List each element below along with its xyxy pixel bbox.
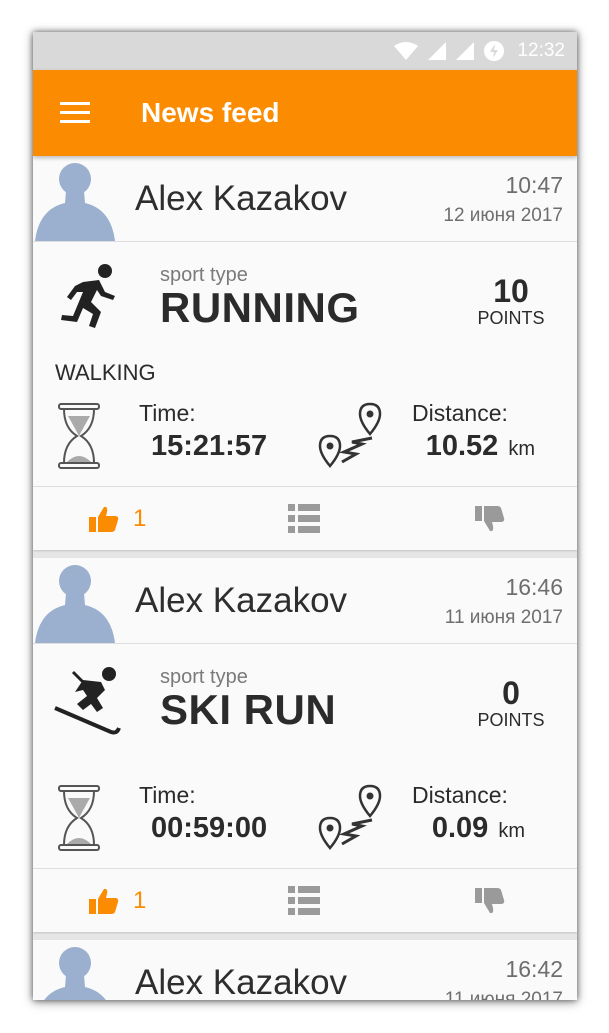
post-meta: 10:47 12 июня 2017 — [443, 172, 563, 227]
thumbs-down-icon — [475, 506, 505, 532]
battery-saver-icon — [484, 41, 505, 61]
thumbs-up-icon — [89, 888, 119, 914]
user-name[interactable]: Alex Kazakov — [135, 179, 347, 219]
points-value: 0 — [502, 675, 520, 711]
app-bar: News feed — [33, 70, 577, 156]
status-bar: 12:32 — [33, 32, 577, 70]
skiing-icon — [54, 667, 121, 735]
time-label: Time: — [139, 782, 196, 808]
dislike-button[interactable] — [475, 887, 505, 920]
points-label: POINTS — [477, 710, 545, 730]
card-header: Alex Kazakov 10:47 12 июня 2017 — [33, 156, 577, 242]
feed-card[interactable]: Alex Kazakov 16:46 11 июня 2017 sport ty… — [33, 558, 577, 932]
wifi-icon — [394, 42, 419, 60]
like-button[interactable]: 1 — [89, 887, 146, 915]
post-date: 12 июня 2017 — [443, 205, 563, 226]
like-count: 1 — [133, 887, 147, 914]
like-button[interactable]: 1 — [89, 505, 146, 533]
cell-signal-icon — [456, 42, 475, 60]
card-actions: 1 — [33, 486, 577, 550]
hamburger-menu-icon — [60, 102, 90, 123]
details-button[interactable] — [288, 886, 320, 921]
post-time: 16:46 — [505, 574, 563, 600]
distance-label: Distance: — [412, 400, 508, 426]
card-header: Alex Kazakov 16:42 11 июня 2017 — [33, 940, 577, 1000]
post-time: 16:42 — [505, 956, 563, 982]
distance-number: 0.09 — [431, 812, 489, 844]
time-label: Time: — [139, 400, 196, 426]
cell-signal-icon — [428, 42, 447, 60]
like-count: 1 — [133, 505, 147, 532]
distance-number: 10.52 — [425, 430, 499, 462]
avatar[interactable] — [35, 157, 115, 241]
post-meta: 16:46 11 июня 2017 — [445, 574, 563, 629]
dislike-button[interactable] — [475, 505, 505, 538]
feed-card[interactable]: Alex Kazakov 10:47 12 июня 2017 sport ty… — [33, 156, 577, 550]
status-time: 12:32 — [517, 40, 565, 61]
distance-value: 10.52 km — [33, 430, 569, 463]
phone-screen: 12:32 News feed Alex Kazakov 10:47 12 ию… — [33, 32, 577, 1000]
thumbs-up-icon — [89, 506, 119, 532]
post-date: 11 июня 2017 — [444, 989, 563, 1000]
distance-value: 0.09 km — [33, 812, 569, 845]
points-box: 10 POINTS — [473, 274, 549, 329]
thumbs-down-icon — [475, 888, 505, 914]
user-name[interactable]: Alex Kazakov — [135, 963, 347, 1001]
post-meta: 16:42 11 июня 2017 — [445, 956, 563, 1000]
post-date: 11 июня 2017 — [444, 607, 563, 628]
distance-unit: km — [498, 820, 525, 842]
running-icon — [61, 264, 115, 328]
avatar[interactable] — [35, 559, 115, 643]
menu-button[interactable] — [33, 70, 117, 156]
details-button[interactable] — [288, 504, 320, 539]
list-icon — [288, 886, 320, 915]
points-value: 10 — [493, 273, 529, 309]
card-header: Alex Kazakov 16:46 11 июня 2017 — [33, 558, 577, 644]
points-box: 0 POINTS — [473, 676, 549, 731]
stats-row: Time: 15:21:57 Distance: 10.52 km — [33, 392, 577, 486]
stats-row: Time: 00:59:00 Distance: 0.09 km — [33, 774, 577, 868]
feed-card[interactable]: Alex Kazakov 16:42 11 июня 2017 — [33, 940, 577, 1000]
avatar[interactable] — [35, 941, 115, 1000]
post-time: 10:47 — [505, 172, 563, 198]
user-name[interactable]: Alex Kazakov — [135, 581, 347, 621]
sport-row: sport type SKI RUN 0 POINTS — [33, 644, 577, 756]
page-title: News feed — [141, 97, 280, 128]
list-icon — [288, 504, 320, 533]
sport-type-value: SKI RUN — [160, 686, 337, 733]
distance-label: Distance: — [412, 782, 508, 808]
card-actions: 1 — [33, 868, 577, 932]
sport-row: sport type RUNNING 10 POINTS — [33, 242, 577, 354]
activity-note: WALKING — [55, 360, 156, 385]
distance-unit: km — [508, 438, 535, 460]
points-label: POINTS — [477, 308, 545, 328]
news-feed: Alex Kazakov 10:47 12 июня 2017 sport ty… — [33, 156, 577, 1000]
sport-type-value: RUNNING — [160, 284, 360, 331]
